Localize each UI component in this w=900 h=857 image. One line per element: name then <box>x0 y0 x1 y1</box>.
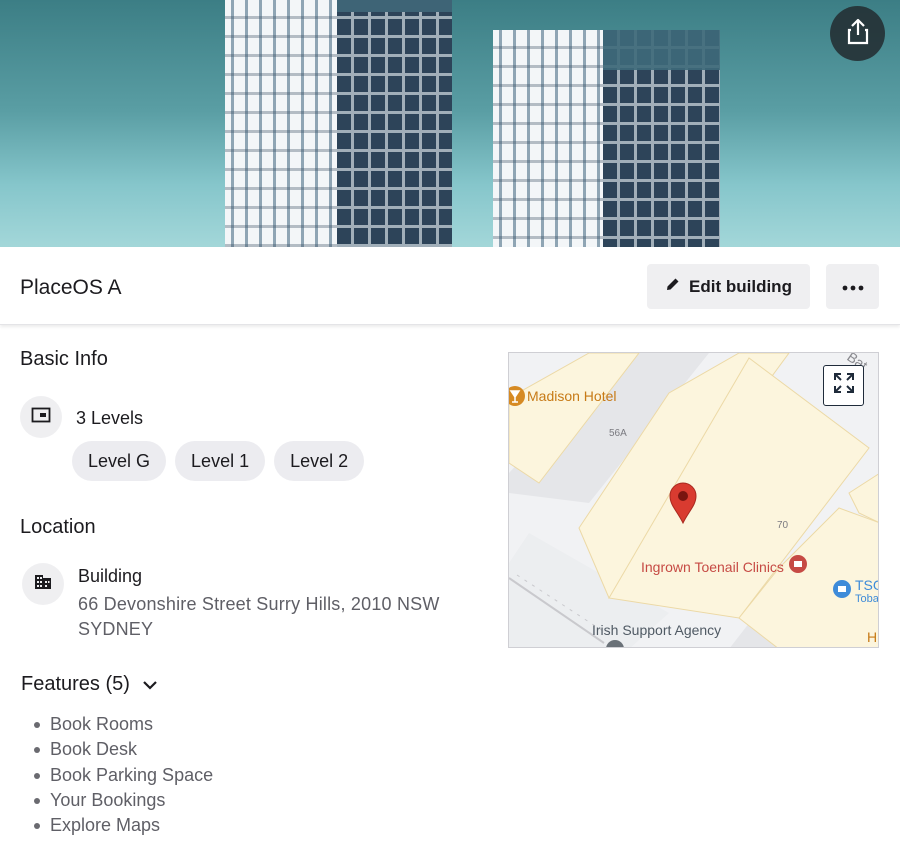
level-chip[interactable]: Level 2 <box>274 441 365 481</box>
levels-icon <box>31 407 51 428</box>
map-label-ingrown: Ingrown Toenail Clinics <box>641 559 784 575</box>
chevron-down-icon <box>142 673 158 696</box>
basic-info-heading: Basic Info <box>20 348 108 370</box>
map-label-70: 70 <box>777 520 789 531</box>
features-list: Book Rooms Book Desk Book Parking Space … <box>33 712 213 838</box>
location-type: Building <box>78 566 143 586</box>
level-chips: Level G Level 1 Level 2 <box>72 441 365 481</box>
edit-building-button[interactable]: Edit building <box>647 264 810 309</box>
levels-count: 3 Levels <box>76 408 144 428</box>
tower-right <box>493 30 720 247</box>
map-label-madison: Madison Hotel <box>527 388 617 404</box>
levels-icon-badge <box>20 396 62 438</box>
feature-item: Your Bookings <box>33 788 213 813</box>
feature-item: Book Rooms <box>33 712 213 737</box>
share-icon <box>845 17 871 50</box>
map-label-toba: Toba <box>855 593 879 605</box>
map-label-irish: Irish Support Agency <box>592 622 722 638</box>
building-hero-image <box>0 0 900 247</box>
building-icon-badge <box>22 563 64 605</box>
features-heading: Features (5) <box>21 673 130 695</box>
feature-item: Book Desk <box>33 737 213 762</box>
building-address: 66 Devonshire Street Surry Hills, 2010 N… <box>78 594 440 639</box>
more-horizontal-icon <box>842 278 864 296</box>
more-options-button[interactable] <box>826 264 879 309</box>
pencil-icon <box>665 276 681 297</box>
features-toggle[interactable]: Features (5) <box>21 673 158 696</box>
expand-map-button[interactable] <box>823 365 864 406</box>
building-header: PlaceOS A Edit building <box>0 247 900 325</box>
edit-building-label: Edit building <box>689 276 792 296</box>
building-name: PlaceOS A <box>20 276 122 299</box>
location-heading: Location <box>20 516 96 538</box>
expand-icon <box>833 372 855 399</box>
feature-item: Explore Maps <box>33 813 213 838</box>
map-label-56a: 56A <box>609 428 627 439</box>
map-label-h: H <box>867 629 878 645</box>
feature-item: Book Parking Space <box>33 763 213 788</box>
map-label-tsg: TSG <box>855 577 878 593</box>
tower-left <box>225 0 452 247</box>
building-icon <box>34 574 52 595</box>
level-chip[interactable]: Level G <box>72 441 167 481</box>
level-chip[interactable]: Level 1 <box>175 441 266 481</box>
share-button[interactable] <box>830 6 885 61</box>
